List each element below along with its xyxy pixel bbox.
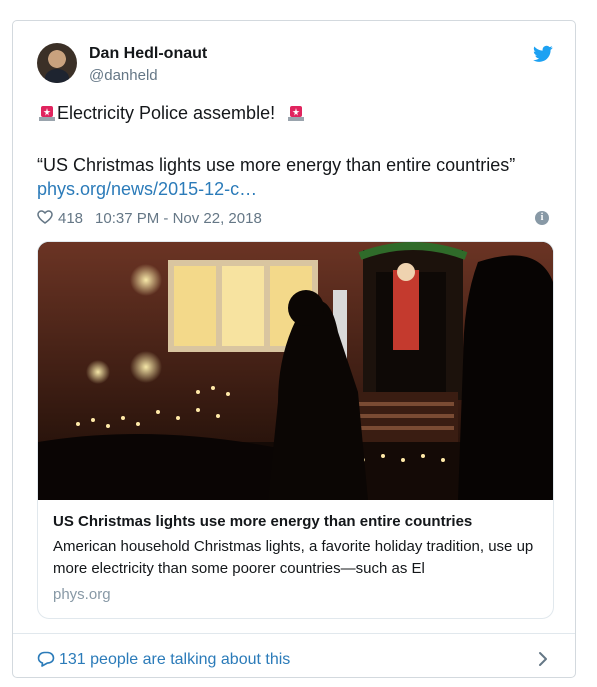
preview-domain: phys.org <box>53 586 111 603</box>
author-name[interactable]: Dan Hedl-onaut <box>89 45 207 63</box>
tweet-line1-text: Electricity Police assemble! <box>57 103 276 123</box>
police-light-icon <box>39 106 55 121</box>
tweet-text-line1: Electricity Police assemble! <box>37 101 306 125</box>
tweet-timestamp[interactable]: 10:37 PM - Nov 22, 2018 <box>95 210 262 227</box>
footer-divider <box>13 633 575 634</box>
preview-photo <box>38 242 553 500</box>
heart-icon[interactable] <box>37 210 53 224</box>
talking-count-text[interactable]: 131 people are talking about this <box>59 651 290 668</box>
like-count[interactable]: 418 <box>58 210 83 227</box>
tweet-text-line2: “US Christmas lights use more energy tha… <box>37 155 516 175</box>
conversation-link[interactable]: 131 people are talking about this <box>37 649 290 671</box>
avatar[interactable] <box>37 43 77 83</box>
link-preview-card[interactable]: US Christmas lights use more energy than… <box>37 241 554 619</box>
embedded-tweet-card: Dan Hedl-onaut @danheld Electricity Poli… <box>12 20 576 678</box>
chevron-right-icon[interactable] <box>537 651 549 667</box>
tweet-header: Dan Hedl-onaut @danheld <box>37 43 555 87</box>
preview-text: US Christmas lights use more energy than… <box>53 512 541 603</box>
preview-description: American household Christmas lights, a f… <box>53 538 534 577</box>
police-light-icon <box>288 106 305 121</box>
speech-bubble-icon <box>37 651 55 667</box>
tweet-link[interactable]: phys.org/news/2015-12-c… <box>37 177 257 201</box>
tweet-meta: 418 10:37 PM - Nov 22, 2018 <box>37 209 262 229</box>
twitter-bird-icon[interactable] <box>533 45 553 63</box>
preview-title[interactable]: US Christmas lights use more energy than… <box>53 512 541 532</box>
author-handle[interactable]: @danheld <box>89 67 158 84</box>
info-icon[interactable]: i <box>535 211 549 225</box>
